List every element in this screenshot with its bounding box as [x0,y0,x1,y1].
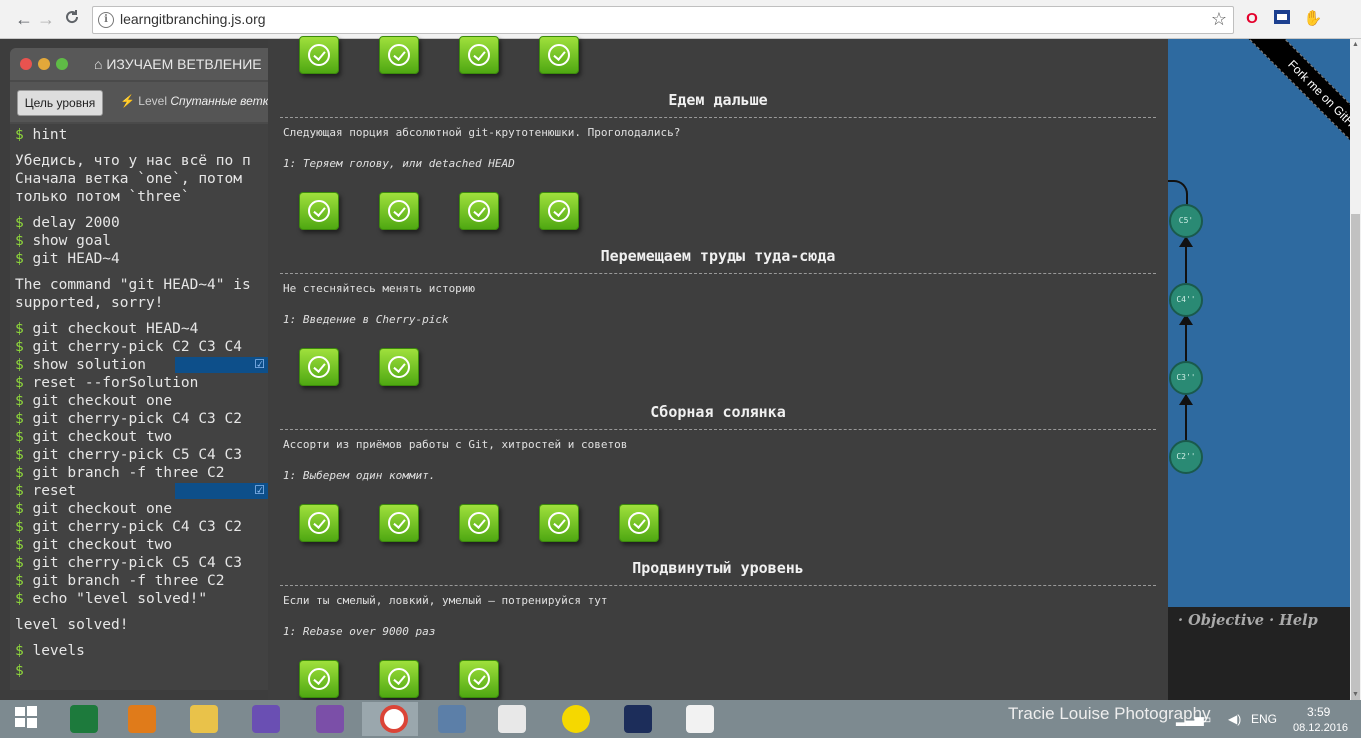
section-divider [280,429,1156,430]
sublevel-name: 1: Rebase over 9000 раз [283,625,436,638]
start-taskbar-button[interactable] [0,702,56,736]
file-explorer-icon [190,705,218,733]
viber-icon [316,705,344,733]
level-complete-icon[interactable] [379,348,419,386]
paint-app-icon [438,705,466,733]
chrome-icon [380,705,408,733]
visual-studio-icon [252,705,280,733]
section-title: Перемещаем труды туда-сюда [600,247,836,265]
level-complete-icon[interactable] [539,504,579,542]
language-indicator[interactable]: ENG [1251,712,1277,726]
level-complete-icon[interactable] [299,36,339,74]
section-description: Следующая порция абсолютной git-крутотен… [283,126,681,139]
level-complete-icon[interactable] [539,192,579,230]
level-complete-icon[interactable] [459,192,499,230]
level-complete-icon[interactable] [299,660,339,698]
clock-date[interactable]: 08.12.2016 [1293,722,1348,734]
colorful-app-taskbar-button[interactable] [484,702,540,736]
colorful-app-icon [498,705,526,733]
media-player-taskbar-button[interactable] [114,702,170,736]
section-title: Едем дальше [668,91,768,109]
clock-time[interactable]: 3:59 [1307,705,1330,719]
viber-taskbar-button[interactable] [302,702,358,736]
start-icon [14,705,42,733]
excel-icon [70,705,98,733]
smiley-app-taskbar-button[interactable] [548,702,604,736]
level-complete-icon[interactable] [379,192,419,230]
section-description: Ассорти из приёмов работы с Git, хитрост… [283,438,628,451]
media-player-icon [128,705,156,733]
section-title: Продвинутый уровень [632,559,804,577]
section-divider [280,585,1156,586]
section-title: Сборная солянка [650,403,786,421]
level-complete-icon[interactable] [619,504,659,542]
section-description: Не стесняйтесь менять историю [283,282,476,295]
moon-app-icon [624,705,652,733]
level-complete-icon[interactable] [379,660,419,698]
image-app-icon [686,705,714,733]
sublevel-name: 1: Введение в Cherry-pick [283,313,449,326]
sublevel-name: 1: Теряем голову, или detached HEAD [283,157,515,170]
level-complete-icon[interactable] [459,660,499,698]
level-complete-icon[interactable] [379,36,419,74]
volume-icon[interactable]: ◀) [1228,712,1241,726]
file-explorer-taskbar-button[interactable] [176,702,232,736]
level-complete-icon[interactable] [459,36,499,74]
section-description: Если ты смелый, ловкий, умелый – потрени… [283,594,608,607]
section-divider [280,117,1156,118]
battery-icon[interactable]: ▭ [1200,712,1211,726]
moon-app-taskbar-button[interactable] [610,702,666,736]
excel-taskbar-button[interactable] [56,702,112,736]
level-complete-icon[interactable] [379,504,419,542]
level-complete-icon[interactable] [299,192,339,230]
level-complete-icon[interactable] [459,504,499,542]
sublevel-name: 1: Выберем один коммит. [283,469,436,482]
smiley-app-icon [562,705,590,733]
level-complete-icon[interactable] [539,36,579,74]
chrome-taskbar-button[interactable] [362,702,418,736]
visual-studio-taskbar-button[interactable] [238,702,294,736]
level-complete-icon[interactable] [299,504,339,542]
paint-app-taskbar-button[interactable] [424,702,480,736]
section-divider [280,273,1156,274]
level-complete-icon[interactable] [299,348,339,386]
image-app-taskbar-button[interactable] [672,702,728,736]
